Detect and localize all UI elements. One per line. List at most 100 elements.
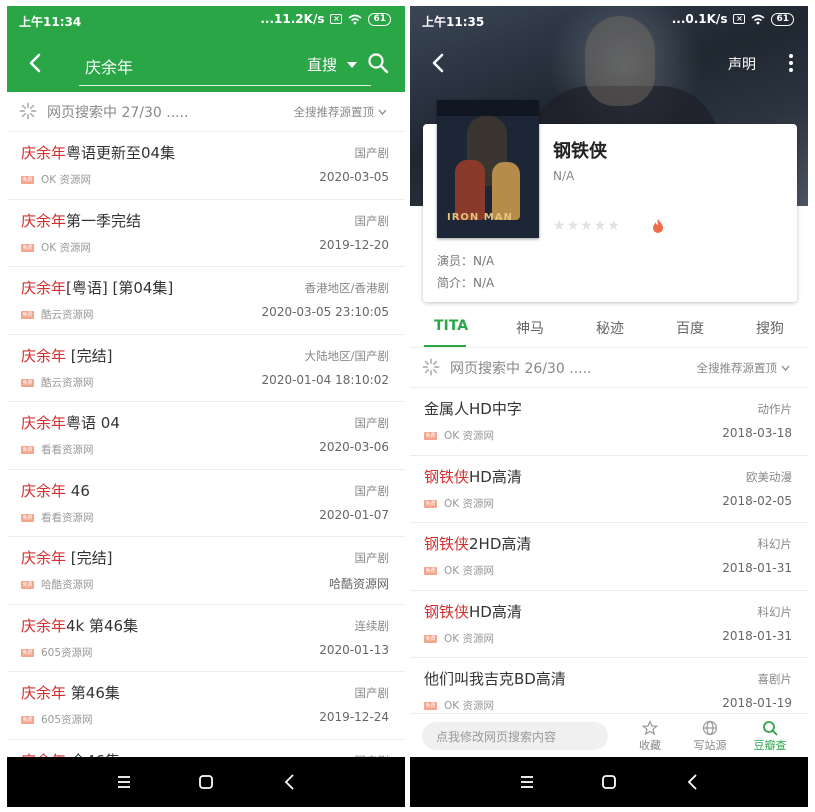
result-title-rest: 2HD高清 xyxy=(469,535,532,553)
sort-label: 全搜推荐源置顶 xyxy=(696,361,778,375)
result-row[interactable]: 钢铁侠2HD高清 科幻片 免费 OK 资源网 2018-01-31 xyxy=(410,523,808,591)
result-title-rest: 粤语 04 xyxy=(66,414,120,432)
result-row[interactable]: 庆余年4k 第46集 连续剧 免费 605资源网 2020-01-13 xyxy=(7,605,405,672)
result-date: 2018-03-18 xyxy=(722,426,792,440)
android-nav-bar xyxy=(410,757,808,807)
result-list: 庆余年粤语更新至04集 国产剧 免费 OK 资源网 2020-03-05 庆余年第一季完结… xyxy=(7,132,405,807)
search-icon[interactable] xyxy=(367,52,389,74)
tab-baidu[interactable]: 百度 xyxy=(676,318,704,338)
menu-nav-icon[interactable] xyxy=(113,771,135,793)
back-arrow-icon[interactable] xyxy=(428,52,450,74)
result-title: 庆余年 46 xyxy=(21,480,90,501)
free-tag-icon: 免费 xyxy=(21,176,34,184)
result-title-highlight: 庆余年 xyxy=(21,414,67,432)
free-tag-icon: 免费 xyxy=(21,243,34,252)
result-category: 香港地区/香港剧 xyxy=(304,281,389,295)
result-row[interactable]: 庆余年 第46集 国产剧 免费 605资源网 2019-12-24 xyxy=(7,672,405,740)
result-row[interactable]: 钢铁侠HD高清 科幻片 免费 OK 资源网 2018-01-31 xyxy=(410,591,808,658)
tab-sogou[interactable]: 搜狗 xyxy=(756,318,784,338)
result-category: 动作片 xyxy=(757,402,793,416)
result-source: 605资源网 xyxy=(41,646,93,659)
home-nav-icon[interactable] xyxy=(598,771,620,793)
result-title-highlight: 庆余年 xyxy=(21,616,67,635)
battery-icon: 61 xyxy=(368,12,391,26)
result-row[interactable]: 钢铁侠HD高清 欧美动漫 免费 OK 资源网 2018-02-05 xyxy=(410,456,808,523)
result-source: OK 资源网 xyxy=(41,174,91,186)
result-title: 庆余年 [完结] xyxy=(21,345,113,366)
result-row[interactable]: 庆余年[粤语] [第04集] 香港地区/香港剧 免费 酷云资源网 2020-03-05 … xyxy=(7,267,405,335)
wifi-icon xyxy=(348,14,362,24)
tab-miji[interactable]: 秘迹 xyxy=(596,318,624,338)
search-progress-text: 网页搜索中 27/30 ..... xyxy=(47,105,189,121)
movie-title: 钢铁侠 xyxy=(553,141,607,162)
result-date: 2020-01-04 18:10:02 xyxy=(261,372,389,387)
dropdown-triangle-icon xyxy=(347,61,357,68)
result-source: 看看资源网 xyxy=(41,444,94,456)
result-row[interactable]: 庆余年粤语更新至04集 国产剧 免费 OK 资源网 2020-03-05 xyxy=(7,132,405,200)
result-title-rest: 4k 第46集 xyxy=(66,616,139,635)
result-category: 国产剧 xyxy=(354,483,390,498)
statement-button[interactable]: 声明 xyxy=(728,54,756,74)
tab-tita[interactable]: TITA xyxy=(434,318,468,334)
result-title: 庆余年 第46集 xyxy=(21,682,120,703)
search-input[interactable]: 庆余年 直搜 xyxy=(79,46,371,86)
result-row[interactable]: 庆余年第一季完结 国产剧 免费 OK 资源网 2019-12-20 xyxy=(7,200,405,267)
result-title: 庆余年粤语更新至04集 xyxy=(21,142,175,163)
result-row[interactable]: 金属人HD中字 动作片 免费 OK 资源网 2018-03-18 xyxy=(410,388,808,456)
result-row[interactable]: 庆余年 46 国产剧 免费 看看资源网 2020-01-07 xyxy=(7,470,405,537)
movie-info-card: IRON MAN 钢铁侠 N/A ★ ★ ★ ★ ★ 演员：N/A 简介：N/A xyxy=(423,100,797,302)
back-arrow-icon[interactable] xyxy=(25,52,47,74)
movie-subtitle: N/A xyxy=(553,169,575,183)
sort-dropdown[interactable]: 全搜推荐源置顶 xyxy=(697,360,791,376)
douban-lookup-button[interactable]: 豆瓣查 xyxy=(748,718,792,756)
result-title: 钢铁侠HD高清 xyxy=(424,466,522,487)
search-mode-dropdown[interactable]: 直搜 xyxy=(307,54,357,75)
result-title-rest: 他们叫我吉克BD高清 xyxy=(424,670,566,688)
favorite-button[interactable]: 收藏 xyxy=(628,718,672,756)
result-row[interactable]: 庆余年粤语 04 国产剧 免费 看看资源网 2020-03-06 xyxy=(7,402,405,470)
douban-lookup-label: 豆瓣查 xyxy=(753,739,787,752)
result-source: OK 资源网 xyxy=(444,565,494,577)
result-row[interactable]: 庆余年 [完结] 大陆地区/国产剧 免费 酷云资源网 2020-01-04 18:10:… xyxy=(7,335,405,402)
result-date: 2018-01-31 xyxy=(722,628,792,643)
rating-stars: ★ ★ ★ ★ ★ xyxy=(553,218,620,234)
result-title: 庆余年 [完结] xyxy=(21,547,113,568)
result-source: 酷云资源网 xyxy=(41,376,94,389)
search-mode-label: 直搜 xyxy=(306,56,337,74)
result-date: 2019-12-20 xyxy=(319,237,389,252)
loading-spinner-icon xyxy=(19,102,37,120)
result-title: 他们叫我吉克BD高清 xyxy=(424,668,566,689)
back-nav-icon[interactable] xyxy=(279,771,301,793)
result-category: 国产剧 xyxy=(354,416,390,430)
free-tag-icon: 免费 xyxy=(21,513,34,522)
tab-shenma[interactable]: 神马 xyxy=(516,318,544,338)
menu-nav-icon[interactable] xyxy=(516,771,538,793)
edit-search-input[interactable]: 点我修改网页搜索内容 xyxy=(422,722,608,750)
wifi-icon xyxy=(751,14,765,24)
status-bar: 上午11:34 ...11.2K/s × 61 xyxy=(7,6,405,34)
result-date: 2020-01-13 xyxy=(319,642,389,657)
result-title: 金属人HD中字 xyxy=(424,398,522,419)
home-nav-icon[interactable] xyxy=(195,771,217,793)
result-title-highlight: 钢铁侠 xyxy=(424,602,470,621)
chevron-down-icon xyxy=(781,365,790,371)
favorite-label: 收藏 xyxy=(639,739,661,752)
result-date: 2020-03-06 xyxy=(319,440,389,454)
result-title-rest: [完结] xyxy=(66,346,113,365)
result-category: 国产剧 xyxy=(354,686,390,700)
movie-poster[interactable]: IRON MAN xyxy=(437,100,539,238)
back-nav-icon[interactable] xyxy=(682,771,704,793)
star-icon: ★ xyxy=(553,218,566,234)
sort-dropdown[interactable]: 全搜推荐源置顶 xyxy=(294,104,388,120)
more-vertical-icon[interactable] xyxy=(788,52,794,74)
result-date: 2018-02-05 xyxy=(722,493,792,508)
free-tag-icon: 免费 xyxy=(424,634,437,643)
star-icon: ★ xyxy=(607,218,620,234)
result-source: OK 资源网 xyxy=(41,241,91,254)
star-icon: ★ xyxy=(580,218,593,234)
result-title: 庆余年4k 第46集 xyxy=(21,615,138,636)
write-source-button[interactable]: 写站源 xyxy=(688,718,732,756)
result-row[interactable]: 庆余年 [完结] 国产剧 免费 哈酷资源网 哈酷资源网 xyxy=(7,537,405,605)
write-source-label: 写站源 xyxy=(693,739,727,752)
result-title-rest: 粤语更新至04集 xyxy=(66,144,176,162)
